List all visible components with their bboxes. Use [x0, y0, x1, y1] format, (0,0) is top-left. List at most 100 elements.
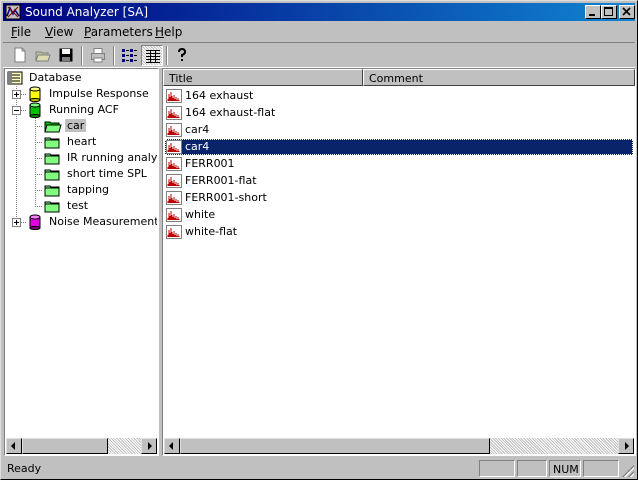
menu-help-label: elp [164, 25, 183, 39]
tree-expander-running-acf[interactable] [12, 106, 21, 115]
tree-child-heart[interactable]: heart [44, 134, 157, 150]
close-button[interactable] [619, 5, 635, 19]
print-icon [91, 48, 105, 63]
resize-grip[interactable] [622, 465, 634, 477]
list-item[interactable]: car4 [165, 122, 633, 138]
maximize-button[interactable] [601, 5, 617, 19]
folder-icon [44, 153, 60, 165]
tree-line [35, 126, 43, 127]
details-view-button[interactable] [141, 45, 163, 66]
list-hscrollbar[interactable] [164, 438, 634, 454]
menu-view-mnemonic: V [45, 25, 53, 39]
column-header-comment[interactable]: Comment [363, 69, 635, 86]
window-title: Sound Analyzer [SA] [25, 5, 149, 19]
list-item-title: FERR001-short [185, 191, 267, 204]
folder-open-icon [44, 121, 62, 133]
cylinder-magenta-icon [29, 214, 41, 230]
tree-line [35, 190, 43, 191]
waveform-file-icon [166, 106, 182, 120]
list-item-title: white [185, 208, 216, 221]
open-button[interactable] [32, 45, 54, 66]
app-window: Sound Analyzer [SA] File View Parameters… [0, 0, 638, 480]
tree-node-running-acf[interactable]: Running ACF [27, 102, 157, 118]
list-item[interactable]: FERR001-short [165, 190, 633, 206]
list-pane[interactable]: Title Comment 164 exhaust 164 exhaust-fla… [162, 68, 636, 456]
waveform-file-icon [166, 89, 182, 103]
tree-node-label: Running ACF [49, 103, 119, 116]
list-view-button[interactable] [118, 45, 140, 66]
list-item-title: 164 exhaust-flat [185, 106, 276, 119]
tree-child-short-time-spl[interactable]: short time SPL [44, 166, 157, 182]
cylinder-green-icon [29, 102, 41, 118]
minimize-button[interactable] [585, 5, 601, 19]
tree-node-impulse-response[interactable]: Impulse Response [27, 86, 157, 102]
tree-hscrollbar[interactable] [6, 438, 157, 454]
close-icon [622, 7, 631, 16]
tree-node-label: Noise Measurement [49, 215, 157, 228]
folder-icon [44, 185, 60, 197]
tree-node-noise-measurement[interactable]: Noise Measurement [27, 214, 157, 230]
save-button[interactable] [55, 45, 77, 66]
tree-line [35, 174, 43, 175]
open-icon [35, 51, 51, 62]
menu-parameters[interactable]: Parameters [84, 25, 153, 39]
list-item[interactable]: FERR001-flat [165, 173, 633, 189]
list-item[interactable]: 164 exhaust [165, 88, 633, 104]
title-bar[interactable]: Sound Analyzer [SA] [3, 3, 635, 21]
toolbar-separator [81, 46, 83, 65]
list-item[interactable]: FERR001 [165, 156, 633, 172]
scroll-right-button[interactable] [141, 438, 157, 454]
waveform-file-icon [166, 191, 182, 205]
toolbar-separator [166, 46, 168, 65]
print-button[interactable] [87, 45, 109, 66]
tree-expander-impulse[interactable] [12, 90, 21, 99]
list-item-title: car4 [185, 123, 210, 136]
column-header-title[interactable]: Title [163, 69, 363, 86]
list-item-title: white-flat [185, 225, 238, 238]
app-icon[interactable] [5, 4, 21, 20]
status-text: Ready [7, 462, 42, 475]
list-item-title: car4 [185, 140, 210, 153]
list-item[interactable]: 164 exhaust-flat [165, 105, 633, 121]
minimize-icon [589, 14, 595, 16]
tree-child-tapping[interactable]: tapping [44, 182, 157, 198]
tree-child-test[interactable]: test [44, 198, 157, 214]
menu-help[interactable]: Help [155, 25, 182, 39]
status-num-label: NUM [553, 463, 579, 476]
scroll-thumb[interactable] [22, 438, 108, 454]
menu-view-label: iew [52, 25, 74, 39]
tree-expander-noise[interactable] [12, 218, 21, 227]
tree-child-ir-running-analysis[interactable]: IR running analysi [44, 150, 157, 166]
list-item[interactable]: white-flat [165, 224, 633, 240]
list-item[interactable]: car4 [165, 139, 633, 155]
folder-icon [44, 169, 60, 181]
tree-root[interactable]: Database [7, 70, 157, 86]
folder-icon [44, 201, 60, 213]
scroll-right-button[interactable] [618, 438, 634, 454]
scroll-left-button[interactable] [6, 438, 22, 454]
waveform-file-icon [166, 157, 182, 171]
tree-pane[interactable]: Database Impulse Response Running ACF ca… [4, 68, 159, 456]
list-item[interactable]: white [165, 207, 633, 223]
menu-help-mnemonic: H [155, 25, 165, 39]
status-panel-ovr [517, 460, 547, 477]
list-item-title: FERR001-flat [185, 174, 257, 187]
tree-child-label: car [65, 119, 87, 132]
tree-child-car[interactable]: car [44, 118, 157, 134]
scroll-thumb[interactable] [180, 438, 490, 454]
help-button[interactable] [171, 45, 193, 66]
menu-file-label: ile [17, 25, 32, 39]
scroll-left-button[interactable] [164, 438, 180, 454]
menu-view[interactable]: View [45, 25, 73, 39]
waveform-file-icon [166, 123, 182, 137]
maximize-icon [604, 7, 613, 16]
menu-bar: File View Parameters Help [3, 22, 635, 41]
tree-line [35, 206, 43, 207]
new-button[interactable] [9, 45, 31, 66]
status-panel-num: NUM [549, 460, 581, 477]
menu-file[interactable]: File [11, 25, 31, 39]
tree-root-label: Database [29, 71, 82, 84]
tree-child-label: tapping [67, 183, 110, 196]
status-panel-scrl [583, 460, 619, 477]
list-item-title: 164 exhaust [185, 89, 254, 102]
